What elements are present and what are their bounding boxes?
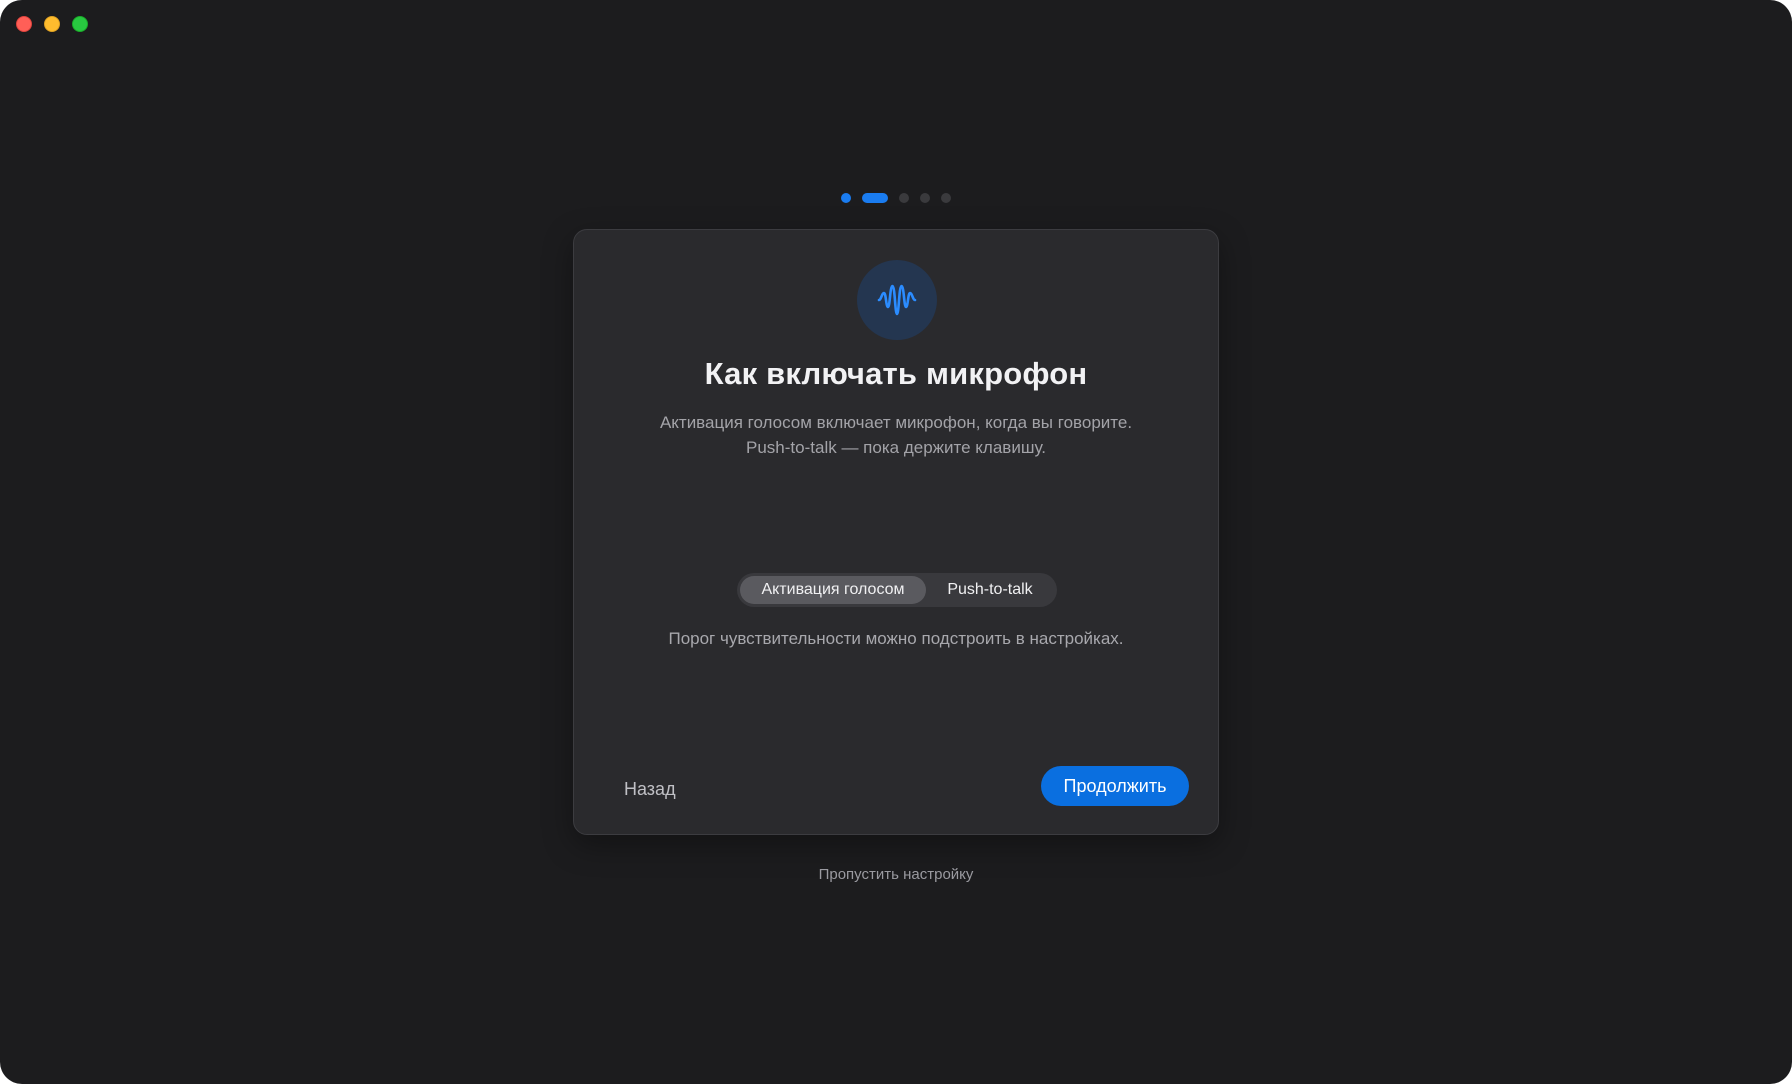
- skip-setup-link[interactable]: Пропустить настройку: [0, 866, 1792, 883]
- step-dot-3: [899, 193, 909, 203]
- minimize-window-button[interactable]: [44, 16, 60, 32]
- description-line-1: Активация голосом включает микрофон, ког…: [659, 413, 1133, 432]
- mode-option-voice-activation[interactable]: Активация голосом: [740, 576, 926, 604]
- card-title: Как включать микрофон: [704, 356, 1088, 391]
- onboarding-window: Как включать микрофон Активация голосом …: [0, 0, 1792, 1084]
- sensitivity-hint: Порог чувствительности можно подстроить …: [668, 629, 1124, 648]
- step-indicator: [0, 193, 1792, 203]
- card-description: Активация голосом включает микрофон, ког…: [614, 410, 1178, 460]
- back-button[interactable]: Назад: [624, 774, 676, 804]
- description-line-2: Push-to-talk — пока держите клавишу.: [746, 438, 1046, 457]
- step-dot-2: [862, 193, 888, 203]
- step-dot-5: [941, 193, 951, 203]
- step-dot-4: [920, 193, 930, 203]
- window-controls: [16, 16, 88, 32]
- waveform-icon: [857, 260, 937, 340]
- mode-option-push-to-talk[interactable]: Push-to-talk: [926, 576, 1054, 604]
- setup-card: Как включать микрофон Активация голосом …: [573, 229, 1219, 835]
- maximize-window-button[interactable]: [72, 16, 88, 32]
- close-window-button[interactable]: [16, 16, 32, 32]
- mic-mode-selector: Активация голосом Push-to-talk: [737, 573, 1057, 607]
- step-dot-1: [841, 193, 851, 203]
- continue-button[interactable]: Продолжить: [1041, 766, 1189, 806]
- waveform-icon-graphic: [877, 284, 917, 316]
